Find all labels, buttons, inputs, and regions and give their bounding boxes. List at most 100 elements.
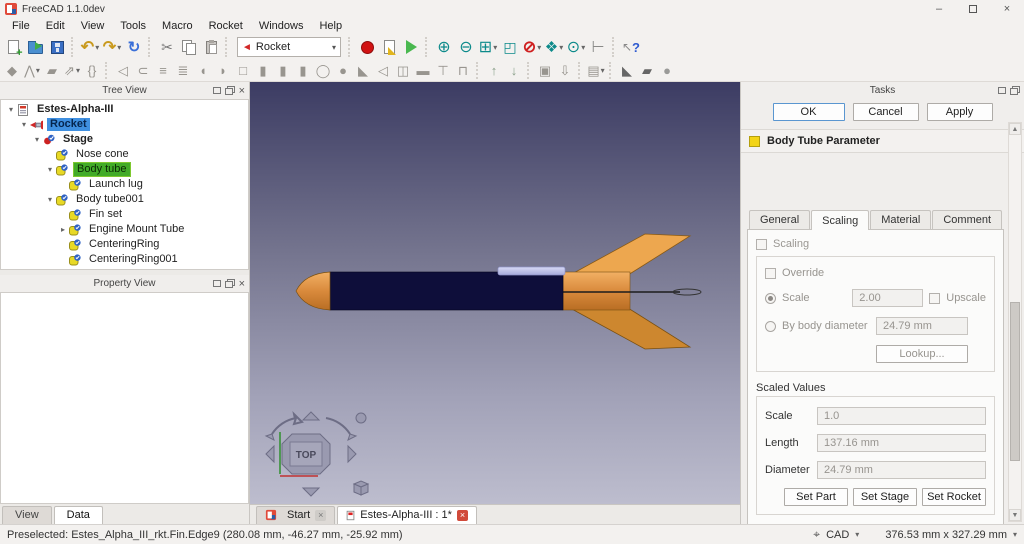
streamer-button[interactable]: ▰ (637, 61, 657, 81)
set-rocket-button[interactable]: Set Rocket (922, 488, 986, 506)
move-down-button[interactable]: ↓ (504, 61, 524, 81)
tree-expander-icon[interactable]: ▾ (44, 195, 56, 204)
view-isometric-button[interactable]: ▾ (543, 36, 565, 58)
tree-expander-icon[interactable]: ▾ (18, 120, 30, 129)
tilt-right-arrow[interactable] (348, 446, 356, 462)
menu-file[interactable]: File (4, 18, 38, 34)
menu-tools[interactable]: Tools (112, 18, 154, 34)
body-tube[interactable] (330, 272, 563, 310)
tree-item-launch-lug[interactable]: Launch lug (1, 177, 248, 192)
engine-mount-tube[interactable] (563, 272, 630, 310)
macro-record-button[interactable] (356, 36, 378, 58)
tab-close-icon[interactable]: × (457, 510, 468, 521)
scaled-scale-input[interactable]: 1.0 (817, 407, 986, 425)
tree-item-estes-alpha-iii[interactable]: ▾Estes-Alpha-III (1, 102, 248, 117)
bulkhead-button[interactable]: ▮ (293, 61, 313, 81)
apply-button[interactable]: Apply (927, 103, 993, 121)
tree-item-fin-set[interactable]: Fin set (1, 207, 248, 222)
body-tube-long-button[interactable]: ≣ (173, 61, 193, 81)
zoom-out-button[interactable] (455, 36, 477, 58)
tree-item-body-tube001[interactable]: ▾Body tube001 (1, 192, 248, 207)
mini-cube-icon[interactable] (354, 481, 368, 495)
draw-style-button[interactable]: ▾ (521, 36, 543, 58)
sphere-button[interactable]: ● (657, 61, 677, 81)
close-button[interactable]: × (990, 0, 1024, 18)
file-save-button[interactable] (46, 36, 68, 58)
tilt-left-arrow[interactable] (266, 446, 274, 462)
tube-coupler-button[interactable]: □ (233, 61, 253, 81)
nav-style-caret-icon[interactable]: ▾ (855, 530, 859, 539)
tab-data[interactable]: Data (54, 506, 103, 524)
fit-selection-button[interactable] (499, 36, 521, 58)
minimize-button[interactable]: – (922, 0, 956, 18)
rail-button-button[interactable]: ⊤ (433, 61, 453, 81)
tree-item-centeringring001[interactable]: CenteringRing001 (1, 252, 248, 267)
nav-sphere-icon[interactable] (356, 413, 366, 423)
mdi-tab-start[interactable]: Start× (256, 506, 335, 524)
transition-button[interactable]: ◖ (193, 61, 213, 81)
launch-lug[interactable] (498, 267, 565, 275)
undo-button[interactable]: ▾ (79, 36, 101, 58)
cancel-button[interactable]: Cancel (853, 103, 919, 121)
import-component-button[interactable]: ⇩ (555, 61, 575, 81)
inner-tube-button[interactable]: ▮ (253, 61, 273, 81)
navigation-cube[interactable]: TOP (258, 408, 370, 500)
macro-edit-button[interactable] (378, 36, 400, 58)
tree-item-nose-cone[interactable]: Nose cone (1, 147, 248, 162)
menu-rocket[interactable]: Rocket (201, 18, 251, 34)
ring-tail-button[interactable]: ● (333, 61, 353, 81)
view-size-caret-icon[interactable]: ▾ (1013, 530, 1017, 539)
fin-can-button[interactable]: ◫ (393, 61, 413, 81)
nose-cone-blunted-button[interactable]: ⊂ (133, 61, 153, 81)
lookup-button[interactable]: Lookup... (876, 345, 968, 363)
scaled-length-input[interactable]: 137.16 mm (817, 434, 986, 452)
paste-button[interactable] (200, 36, 222, 58)
menu-macro[interactable]: Macro (154, 18, 201, 34)
macro-play-button[interactable] (400, 36, 422, 58)
measure-button[interactable] (587, 36, 609, 58)
body-tube-button[interactable]: ≡ (153, 61, 173, 81)
tree-expander-icon[interactable]: ▾ (31, 135, 43, 144)
mdi-tab-estes-alpha-iii-1-[interactable]: Estes-Alpha-III : 1*× (337, 506, 477, 524)
tree-expander-icon[interactable]: ▸ (57, 225, 69, 234)
dock-icon[interactable] (998, 87, 1006, 94)
menu-windows[interactable]: Windows (251, 18, 312, 34)
cut-button[interactable] (156, 36, 178, 58)
redo-button[interactable]: ▾ (101, 36, 123, 58)
tilt-down-arrow[interactable] (303, 488, 319, 496)
scale-radio[interactable] (765, 293, 776, 304)
edit-component-button[interactable]: ▣ (535, 61, 555, 81)
fit-all-button[interactable]: ▾ (477, 36, 499, 58)
file-new-button[interactable] (2, 36, 24, 58)
menu-view[interactable]: View (73, 18, 113, 34)
menu-edit[interactable]: Edit (38, 18, 73, 34)
zoom-in-button[interactable] (433, 36, 455, 58)
set-stage-button[interactable]: Set Stage (853, 488, 917, 506)
launch-lug-button[interactable]: ▬ (413, 61, 433, 81)
upscale-checkbox[interactable] (929, 293, 940, 304)
sketcher-button[interactable]: ⋀▾ (22, 61, 42, 81)
set-part-button[interactable]: Set Part (784, 488, 848, 506)
project-folder-button[interactable]: ▰ (42, 61, 62, 81)
tree-item-stage[interactable]: ▾Stage (1, 132, 248, 147)
scrollbar-thumb[interactable] (1010, 302, 1020, 461)
tree-expander-icon[interactable]: ▾ (5, 105, 17, 114)
close-panel-icon[interactable]: × (239, 279, 245, 289)
calculators-button[interactable]: ▤▾ (586, 61, 606, 81)
nav-cube-face[interactable]: TOP (282, 434, 330, 474)
rotate-left-arrow[interactable] (272, 414, 302, 434)
close-panel-icon[interactable]: × (239, 86, 245, 96)
tree-item-centeringring[interactable]: CenteringRing (1, 237, 248, 252)
copy-button[interactable] (178, 36, 200, 58)
scroll-down-icon[interactable]: ▼ (1009, 509, 1021, 521)
file-open-button[interactable] (24, 36, 46, 58)
scaled-diameter-input[interactable]: 24.79 mm (817, 461, 986, 479)
tab-scaling[interactable]: Scaling (811, 210, 869, 230)
scaling-checkbox[interactable] (756, 239, 767, 250)
tasks-scrollbar[interactable]: ▲ ▼ (1008, 122, 1022, 522)
rail-guide-button[interactable]: ⊓ (453, 61, 473, 81)
view-size-value[interactable]: 376.53 mm x 327.29 mm (885, 529, 1007, 541)
move-up-button[interactable]: ↑ (484, 61, 504, 81)
tab-view[interactable]: View (2, 506, 52, 524)
float-icon[interactable] (1010, 88, 1018, 95)
